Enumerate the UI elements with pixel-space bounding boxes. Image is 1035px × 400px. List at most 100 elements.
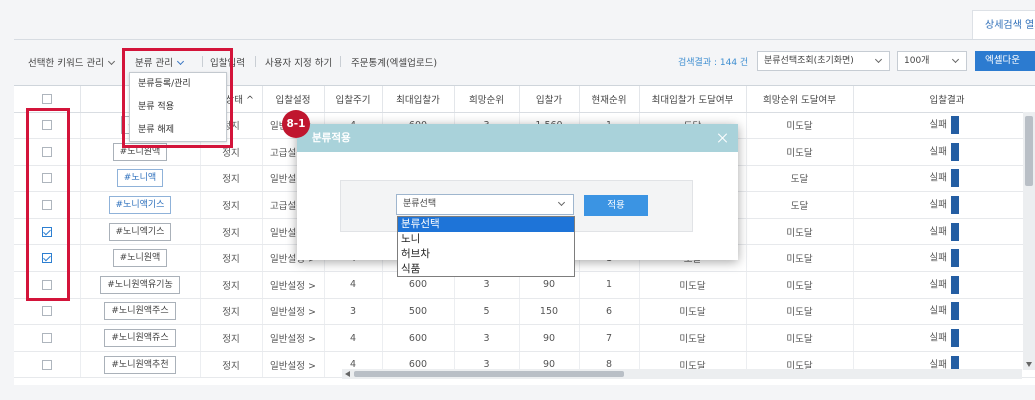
keyword-tag[interactable]: #노니액 (116, 169, 164, 188)
status-cell: 정지 (200, 218, 263, 246)
category-manage-label: 분류 관리 (135, 58, 173, 69)
scroll-thumb[interactable] (354, 371, 624, 377)
keyword-tag[interactable]: #노니원액유기농 (100, 275, 180, 294)
horizontal-scrollbar[interactable] (342, 369, 1022, 379)
row-checkbox-cell[interactable] (14, 271, 81, 299)
category-select[interactable]: 분류선택 (396, 194, 574, 215)
setting-cell[interactable]: 일반설정 > (262, 324, 325, 352)
row-checkbox[interactable] (41, 253, 52, 264)
detail-search-tab[interactable]: 상세검색 열기 ▾ (972, 10, 1035, 40)
result-text: 실패 (929, 146, 947, 158)
table-row[interactable]: #노니원액쥬스 정지 일반설정 >4 600 3 90 7 미도달 미도달 실패 (14, 324, 1035, 352)
current-rank-cell: 1 (579, 271, 640, 299)
max-reach-cell: 미도달 (639, 324, 747, 352)
page-size-select[interactable]: 100개 (897, 51, 967, 71)
keyword-tag[interactable]: #노니원액주스 (104, 302, 176, 321)
keyword-cell: #노니원액 (80, 244, 201, 273)
option-food[interactable]: 식품 (398, 262, 574, 277)
option-herb-tea[interactable]: 허브차 (398, 247, 574, 262)
scroll-down-icon[interactable] (1026, 362, 1032, 367)
header-hope-rank: 희망순위 (454, 86, 520, 113)
apply-button[interactable]: 적용 (584, 195, 648, 216)
bid-input-button[interactable]: 입찰입력 (210, 55, 245, 69)
row-checkbox[interactable] (41, 306, 52, 317)
bid-price-cell: 150 (519, 298, 580, 326)
setting-cell[interactable]: 일반설정 > (262, 298, 325, 326)
hope-reach-cell: 미도달 (746, 271, 854, 299)
keyword-cell: #노니원액 (80, 138, 201, 166)
setting-cell[interactable]: 일반설정 > (262, 351, 325, 379)
result-bar[interactable] (950, 116, 959, 135)
modal-header: 분류적용 (297, 124, 738, 152)
row-checkbox[interactable] (41, 333, 52, 344)
option-category-select[interactable]: 분류선택 (398, 217, 574, 232)
row-checkbox-cell[interactable] (14, 324, 81, 352)
hope-reach-cell: 미도달 (746, 138, 854, 166)
keyword-tag[interactable]: #노니액기스 (108, 196, 172, 215)
row-checkbox[interactable] (41, 200, 52, 211)
result-text: 실패 (929, 199, 947, 211)
result-bar[interactable] (950, 142, 959, 161)
hope-reach-cell: 미도달 (746, 324, 854, 352)
menu-item-category-remove[interactable]: 분류 해제 (130, 119, 226, 142)
result-cell: 실패 (853, 298, 1035, 326)
menu-item-category-apply[interactable]: 분류 적용 (130, 96, 226, 119)
menu-item-category-register[interactable]: 분류등록/관리 (130, 73, 226, 96)
header-bid-cycle: 입찰주기 (324, 86, 383, 113)
row-checkbox-cell[interactable] (14, 244, 81, 273)
header-checkbox[interactable] (14, 86, 81, 113)
vertical-scrollbar[interactable] (1023, 112, 1035, 370)
row-checkbox-cell[interactable] (14, 218, 81, 246)
row-checkbox-cell[interactable] (14, 138, 81, 166)
setting-cell[interactable]: 일반설정 > (262, 271, 325, 299)
row-checkbox[interactable] (41, 359, 52, 370)
keyword-tag[interactable]: #노니엑기스 (108, 222, 172, 241)
row-checkbox-cell[interactable] (14, 165, 81, 193)
result-text: 실패 (929, 279, 947, 291)
row-checkbox[interactable] (41, 120, 52, 131)
row-checkbox-cell[interactable] (14, 351, 81, 379)
keyword-tag[interactable]: #노니원액 (112, 249, 168, 268)
result-bar[interactable] (950, 222, 959, 241)
current-rank-cell: 6 (579, 298, 640, 326)
category-options-list: 분류선택 노니 허브차 식품 (397, 216, 575, 277)
option-noni[interactable]: 노니 (398, 232, 574, 247)
result-bar[interactable] (950, 196, 959, 215)
row-checkbox-cell[interactable] (14, 298, 81, 326)
header-max-reach: 최대입찰가 도달여부 (639, 86, 747, 113)
cycle-cell: 3 (324, 298, 383, 326)
keyword-cell: #노니액기스 (80, 191, 201, 219)
keyword-tag[interactable]: #노니원액추천 (104, 355, 176, 374)
result-bar[interactable] (950, 329, 959, 348)
keyword-tag[interactable]: #노니원액 (112, 142, 168, 161)
row-checkbox[interactable] (41, 226, 52, 237)
row-checkbox[interactable] (41, 173, 52, 184)
row-checkbox-cell[interactable] (14, 191, 81, 219)
page: 상세검색 열기 ▾ 선택한 키워드 관리 분류 관리 입찰입력 사용자 지정 하… (0, 0, 1035, 400)
chevron-down-icon (176, 57, 185, 66)
select-all-checkbox[interactable] (41, 93, 52, 104)
row-checkbox[interactable] (41, 146, 52, 157)
keyword-tag[interactable]: #노니원액쥬스 (104, 329, 176, 348)
user-settings-button[interactable]: 사용자 지정 하기 (265, 55, 332, 69)
selected-keyword-manage-menu[interactable]: 선택한 키워드 관리 (28, 55, 116, 69)
divider (340, 56, 341, 67)
result-bar[interactable] (950, 169, 959, 188)
result-cell: 실패 (853, 191, 1035, 219)
result-text: 실패 (929, 226, 947, 238)
row-checkbox[interactable] (41, 279, 52, 290)
category-manage-menu[interactable]: 분류 관리 (135, 55, 185, 69)
close-icon[interactable] (717, 132, 728, 143)
order-stats-button[interactable]: 주문통계(엑셀업로드) (351, 55, 437, 69)
row-checkbox-cell[interactable] (14, 112, 81, 140)
result-bar[interactable] (950, 275, 959, 294)
max-reach-cell: 미도달 (639, 298, 747, 326)
result-bar[interactable] (950, 302, 959, 321)
scroll-thumb[interactable] (1025, 116, 1033, 186)
scroll-left-icon[interactable] (345, 371, 350, 377)
result-bar[interactable] (950, 249, 959, 268)
view-select[interactable]: 분류선택조회(초기화면) (757, 51, 890, 71)
excel-download-button[interactable]: 엑셀다운 (975, 51, 1035, 71)
chevron-down-icon (951, 55, 960, 64)
table-row[interactable]: #노니원액주스 정지 일반설정 >3 500 5 150 6 미도달 미도달 실패 (14, 298, 1035, 326)
